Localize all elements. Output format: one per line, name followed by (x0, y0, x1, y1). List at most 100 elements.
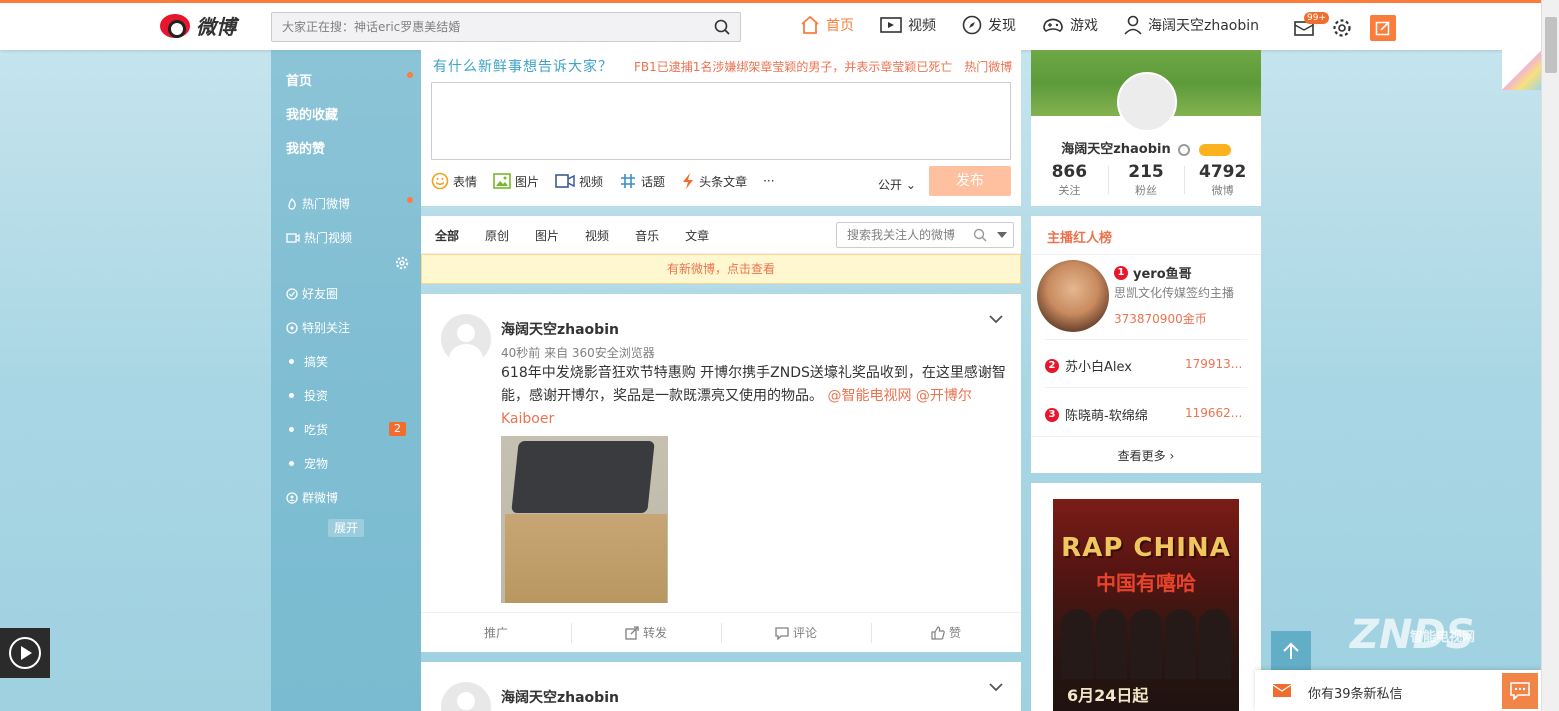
left-nav-group-funny[interactable]: 搞笑 (289, 353, 328, 370)
skin-corner-icon[interactable] (1502, 50, 1542, 90)
avatar[interactable] (441, 682, 491, 711)
avatar[interactable] (1117, 72, 1177, 132)
video-button[interactable]: 视频 (555, 173, 603, 190)
divider (1031, 436, 1261, 437)
hot-weibo-link[interactable]: 热门微博 (964, 60, 1012, 74)
nav-discover[interactable]: 发现 (962, 15, 1016, 35)
hot-topic-text[interactable]: FB1已逮捕1名涉嫌绑架章莹颖的男子，并表示章莹颖已死亡 (634, 60, 952, 74)
post-image[interactable] (501, 436, 668, 603)
group-icon (286, 491, 298, 504)
person-silhouette (1061, 609, 1093, 679)
emoji-button[interactable]: 表情 (431, 172, 477, 190)
like-button[interactable]: 赞 (871, 613, 1021, 652)
search-icon[interactable] (973, 228, 987, 242)
nav-video[interactable]: 视频 (880, 15, 936, 35)
left-nav-special[interactable]: 特别关注 (286, 319, 350, 336)
repost-button[interactable]: 转发 (571, 613, 721, 652)
action-label: 转发 (642, 626, 667, 640)
weibo-logo[interactable]: 微博 (160, 11, 236, 40)
post-meta: 40秒前 来自 360安全浏览器 (501, 346, 655, 360)
home-icon (801, 15, 819, 34)
hot-topic[interactable]: FB1已逮捕1名涉嫌绑架章莹颖的男子，并表示章莹颖已死亡 热门微博 (634, 58, 1012, 75)
image-button[interactable]: 图片 (493, 173, 539, 190)
left-nav-label: 吃货 (304, 423, 329, 437)
more-button[interactable]: ··· (763, 174, 774, 188)
post-author[interactable]: 海阔天空zhaobin (501, 687, 619, 707)
post-author[interactable]: 海阔天空zhaobin (501, 319, 619, 339)
visibility-select[interactable]: 公开 ⌄ (878, 176, 916, 193)
left-nav-group-weibo[interactable]: 群微博 (286, 489, 338, 506)
search-icon[interactable] (714, 19, 730, 35)
logo-text: 微博 (196, 15, 236, 39)
nav-game[interactable]: 游戏 (1042, 15, 1098, 35)
chevron-down-icon: ⌄ (905, 178, 916, 192)
mention-link[interactable]: @智能电视网 (827, 388, 911, 404)
private-message-bar[interactable]: 你有39条新私信 (1255, 670, 1541, 711)
left-nav-group-food[interactable]: 吃货 (289, 421, 328, 438)
search-placeholder: 大家正在搜：神话eric罗惠美结婚 (282, 20, 461, 34)
bullet-icon (289, 461, 294, 466)
tool-label: 视频 (579, 174, 604, 189)
scrollbar-thumb[interactable] (1545, 17, 1557, 73)
promote-button[interactable]: 推广 (421, 613, 571, 652)
avatar[interactable] (1037, 260, 1109, 332)
rank-first-name[interactable]: 1 yero鱼哥 (1114, 263, 1192, 282)
topic-button[interactable]: 话题 (619, 172, 665, 190)
phone-shape (511, 441, 655, 513)
send-button[interactable]: 发布 (929, 166, 1011, 196)
hashtag-icon (621, 174, 636, 188)
see-more-link[interactable]: 查看更多 › (1031, 447, 1261, 464)
nav-profile[interactable]: 海阔天空zhaobin (1124, 15, 1259, 35)
tab-articles[interactable]: 文章 (685, 227, 709, 244)
feed-search-input[interactable]: 搜索我关注人的微博 (836, 222, 1014, 248)
left-nav-favorites[interactable]: 我的收藏 (286, 104, 338, 123)
stat-followers[interactable]: 215 粉丝 (1107, 162, 1185, 198)
tab-music[interactable]: 音乐 (635, 227, 659, 244)
vip-badge-icon[interactable] (1198, 143, 1231, 156)
rank-row[interactable]: 3 陈晓萌-软绵绵 (1045, 405, 1148, 424)
chevron-down-icon[interactable] (989, 314, 1003, 324)
top-bar: 微博 大家正在搜：神话eric罗惠美结婚 首页 视频 发现 游戏 海阔天空zha… (0, 0, 1559, 50)
profile-name[interactable]: 海阔天空zhaobin (1061, 142, 1171, 157)
stat-posts[interactable]: 4792 微博 (1184, 162, 1261, 198)
bullet-icon (289, 359, 294, 364)
left-nav-label: 首页 (286, 74, 313, 89)
media-player-button[interactable] (0, 628, 50, 678)
more-icon: ··· (763, 174, 775, 188)
gear-icon[interactable] (395, 256, 409, 270)
chat-button[interactable] (1502, 673, 1538, 709)
divider (1031, 254, 1261, 255)
left-nav-friends[interactable]: 好友圈 (286, 285, 338, 302)
tab-original[interactable]: 原创 (485, 227, 509, 244)
left-nav-hot-video[interactable]: 热门视频 (286, 229, 352, 246)
avatar[interactable] (441, 314, 491, 364)
tab-videos[interactable]: 视频 (585, 227, 609, 244)
compose-button[interactable] (1370, 15, 1396, 41)
new-feed-notice[interactable]: 有新微博，点击查看 (421, 254, 1021, 284)
expand-button[interactable]: 展开 (328, 519, 364, 537)
rank-coins: 373870900金币 (1114, 312, 1207, 326)
comment-button[interactable]: 评论 (721, 613, 871, 652)
left-nav-hot-weibo[interactable]: 热门微博 (286, 195, 350, 212)
caret-down-icon[interactable] (997, 232, 1007, 238)
gear-icon[interactable] (1332, 18, 1352, 38)
search-input[interactable]: 大家正在搜：神话eric罗惠美结婚 (271, 12, 741, 42)
back-to-top-button[interactable] (1271, 631, 1311, 671)
left-nav-group-invest[interactable]: 投资 (289, 387, 328, 404)
ad-poster[interactable]: RAP CHINA 中国有嘻哈 6月24日起 (1053, 499, 1239, 711)
composer-textarea[interactable] (431, 82, 1011, 160)
scrollbar[interactable] (1541, 0, 1559, 711)
tab-images[interactable]: 图片 (535, 227, 559, 244)
tab-all[interactable]: 全部 (435, 227, 459, 244)
nav-home[interactable]: 首页 (800, 15, 854, 35)
article-button[interactable]: 头条文章 (681, 172, 747, 190)
left-nav-group-pets[interactable]: 宠物 (289, 455, 328, 472)
chevron-down-icon[interactable] (989, 682, 1003, 692)
stat-following[interactable]: 866 关注 (1031, 162, 1108, 198)
stat-label: 微博 (1211, 184, 1234, 197)
rank-row[interactable]: 2 苏小白Alex (1045, 356, 1132, 375)
chat-icon (1510, 682, 1530, 700)
left-nav-home[interactable]: 首页 (286, 70, 312, 89)
left-nav-likes[interactable]: 我的赞 (286, 138, 325, 157)
fire-icon (288, 197, 296, 210)
